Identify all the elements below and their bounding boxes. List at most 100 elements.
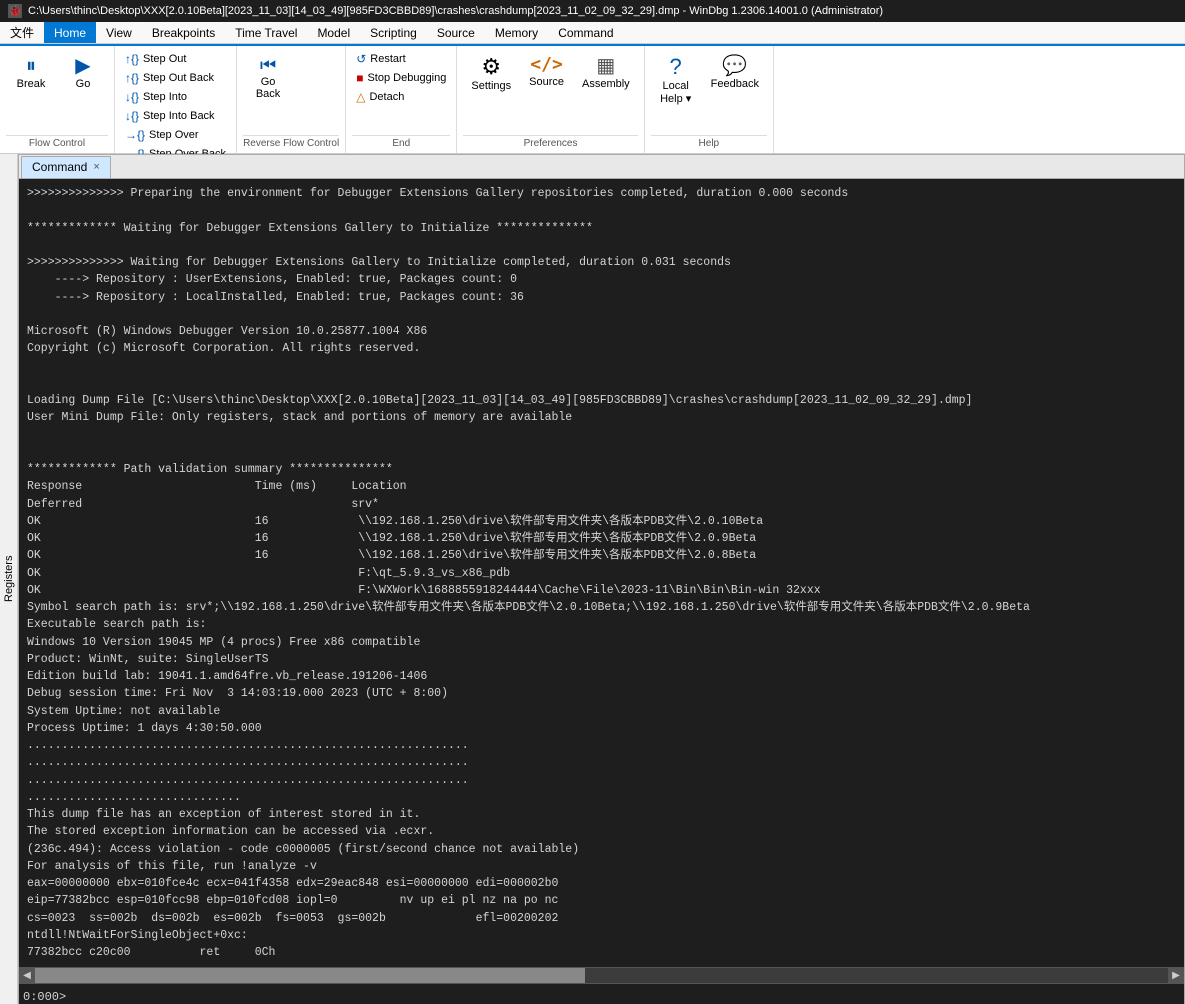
menu-item-home[interactable]: Home — [44, 22, 96, 43]
restart-label: Restart — [370, 53, 405, 65]
menu-item-source[interactable]: Source — [427, 22, 485, 43]
break-label: Break — [17, 78, 46, 90]
help-content: ? LocalHelp ▾ 💬 Feedback — [651, 50, 767, 133]
step-into-back-button[interactable]: ↓{} Step Into Back — [121, 107, 230, 125]
scroll-right-arrow[interactable]: ▶ — [1168, 968, 1184, 984]
ribbon-group-flow-content: ⏸ Break ▶ Go — [6, 50, 108, 133]
detach-icon: △ — [356, 90, 365, 104]
assembly-button[interactable]: ▦ Assembly — [574, 50, 638, 96]
ribbon-group-step: ↑{} Step Out ↑{} Step Out Back ↓{} Step … — [115, 46, 237, 153]
help-group-label: Help — [651, 135, 767, 153]
menu-item-file[interactable]: 文件 — [0, 22, 44, 43]
settings-icon: ⚙ — [481, 56, 501, 78]
left-tab-memory[interactable]: Memory 0 — [0, 158, 1, 1000]
step-out-label: Step Out — [143, 53, 186, 65]
step-column: ↑{} Step Out ↑{} Step Out Back ↓{} Step … — [121, 50, 230, 163]
goback-label: GoBack — [256, 76, 280, 100]
settings-button[interactable]: ⚙ Settings — [463, 50, 519, 98]
command-tab[interactable]: Command × — [21, 156, 111, 178]
menu-item-time-travel[interactable]: Time Travel — [225, 22, 307, 43]
step-out-back-label: Step Out Back — [143, 72, 214, 84]
menu-item-breakpoints[interactable]: Breakpoints — [142, 22, 225, 43]
preferences-group-label: Preferences — [463, 135, 637, 153]
ribbon-group-help: ? LocalHelp ▾ 💬 Feedback Help — [645, 46, 774, 153]
end-column: ↺ Restart ■ Stop Debugging △ Detach — [352, 50, 450, 106]
pause-icon: ⏸ — [26, 56, 36, 76]
reverse-flow-label: Reverse Flow Control — [243, 135, 339, 153]
end-group-label: End — [352, 135, 450, 153]
break-button[interactable]: ⏸ Break — [6, 50, 56, 96]
restart-button[interactable]: ↺ Restart — [352, 50, 450, 68]
app-container: 🐞 C:\Users\thinc\Desktop\XXX[2.0.10Beta]… — [0, 0, 1185, 1004]
local-help-label: LocalHelp ▾ — [660, 80, 691, 105]
scroll-track[interactable] — [35, 968, 1168, 983]
step-out-back-icon: ↑{} — [125, 71, 139, 85]
menu-item-command[interactable]: Command — [548, 22, 623, 43]
local-help-button[interactable]: ? LocalHelp ▾ — [651, 50, 701, 111]
go-label: Go — [76, 78, 91, 90]
command-input-bar: 0:000> — [19, 983, 1184, 1004]
source-button[interactable]: </> Source — [521, 50, 572, 94]
end-content: ↺ Restart ■ Stop Debugging △ Detach — [352, 50, 450, 133]
step-into-back-icon: ↓{} — [125, 109, 139, 123]
preferences-content: ⚙ Settings </> Source ▦ Assembly — [463, 50, 637, 133]
source-icon: </> — [530, 56, 563, 74]
left-tabs: Registers Memory 0 — [0, 154, 18, 1004]
step-over-label: Step Over — [149, 129, 199, 141]
menu-item-view[interactable]: View — [96, 22, 142, 43]
app-icon: 🐞 — [8, 4, 22, 18]
stop-debug-label: Stop Debugging — [367, 72, 446, 84]
assembly-label: Assembly — [582, 78, 630, 90]
main-area: Registers Memory 0 Command × >>>>>>>>>>>… — [0, 154, 1185, 1004]
feedback-icon: 💬 — [722, 56, 747, 76]
flow-control-label: Flow Control — [6, 135, 108, 153]
step-over-button[interactable]: →{} Step Over — [121, 126, 230, 144]
step-into-icon: ↓{} — [125, 90, 139, 104]
detach-button[interactable]: △ Detach — [352, 88, 450, 106]
source-label: Source — [529, 76, 564, 88]
title-bar: 🐞 C:\Users\thinc\Desktop\XXX[2.0.10Beta]… — [0, 0, 1185, 22]
go-button[interactable]: ▶ Go — [58, 50, 108, 96]
menu-item-model[interactable]: Model — [307, 22, 360, 43]
feedback-label: Feedback — [711, 78, 759, 90]
scroll-left-arrow[interactable]: ◀ — [19, 968, 35, 984]
command-tab-bar: Command × — [19, 155, 1184, 179]
step-into-button[interactable]: ↓{} Step Into — [121, 88, 230, 106]
stop-icon: ■ — [356, 71, 363, 85]
step-into-back-label: Step Into Back — [143, 110, 215, 122]
ribbon-group-step-content: ↑{} Step Out ↑{} Step Out Back ↓{} Step … — [121, 50, 230, 163]
menu-item-memory[interactable]: Memory — [485, 22, 548, 43]
command-tab-close[interactable]: × — [93, 161, 99, 173]
step-out-button[interactable]: ↑{} Step Out — [121, 50, 230, 68]
title-text: C:\Users\thinc\Desktop\XXX[2.0.10Beta][2… — [28, 5, 883, 17]
command-prompt: 0:000> — [23, 990, 66, 1004]
go-back-button[interactable]: ⏮ GoBack — [243, 50, 293, 106]
goback-content: ⏮ GoBack — [243, 50, 339, 133]
horizontal-scrollbar[interactable]: ◀ ▶ — [19, 967, 1184, 983]
scroll-thumb[interactable] — [35, 968, 585, 983]
ribbon-group-preferences: ⚙ Settings </> Source ▦ Assembly Prefere… — [457, 46, 644, 153]
step-out-icon: ↑{} — [125, 52, 139, 66]
help-icon: ? — [670, 56, 682, 78]
settings-label: Settings — [471, 80, 511, 92]
restart-icon: ↺ — [356, 52, 366, 66]
menu-item-scripting[interactable]: Scripting — [360, 22, 427, 43]
stop-debug-button[interactable]: ■ Stop Debugging — [352, 69, 450, 87]
play-icon: ▶ — [75, 56, 90, 76]
feedback-button[interactable]: 💬 Feedback — [703, 50, 767, 96]
ribbon-group-end: ↺ Restart ■ Stop Debugging △ Detach End — [346, 46, 457, 153]
goback-icon: ⏮ — [260, 56, 276, 74]
menu-bar: 文件 Home View Breakpoints Time Travel Mod… — [0, 22, 1185, 44]
left-tab-registers[interactable]: Registers — [1, 158, 17, 1000]
ribbon-group-goback: ⏮ GoBack Reverse Flow Control — [237, 46, 346, 153]
command-output[interactable]: >>>>>>>>>>>>>> Preparing the environment… — [19, 179, 1184, 967]
content-area: Command × >>>>>>>>>>>>>> Preparing the e… — [18, 154, 1185, 1004]
assembly-icon: ▦ — [596, 56, 615, 76]
step-out-back-button[interactable]: ↑{} Step Out Back — [121, 69, 230, 87]
command-panel: Command × >>>>>>>>>>>>>> Preparing the e… — [18, 154, 1185, 1004]
ribbon: ⏸ Break ▶ Go Flow Control ↑{} Step Out — [0, 44, 1185, 154]
detach-label: Detach — [369, 91, 404, 103]
step-over-icon: →{} — [125, 128, 145, 142]
command-input-field[interactable] — [68, 990, 1180, 1004]
command-tab-label: Command — [32, 160, 87, 174]
